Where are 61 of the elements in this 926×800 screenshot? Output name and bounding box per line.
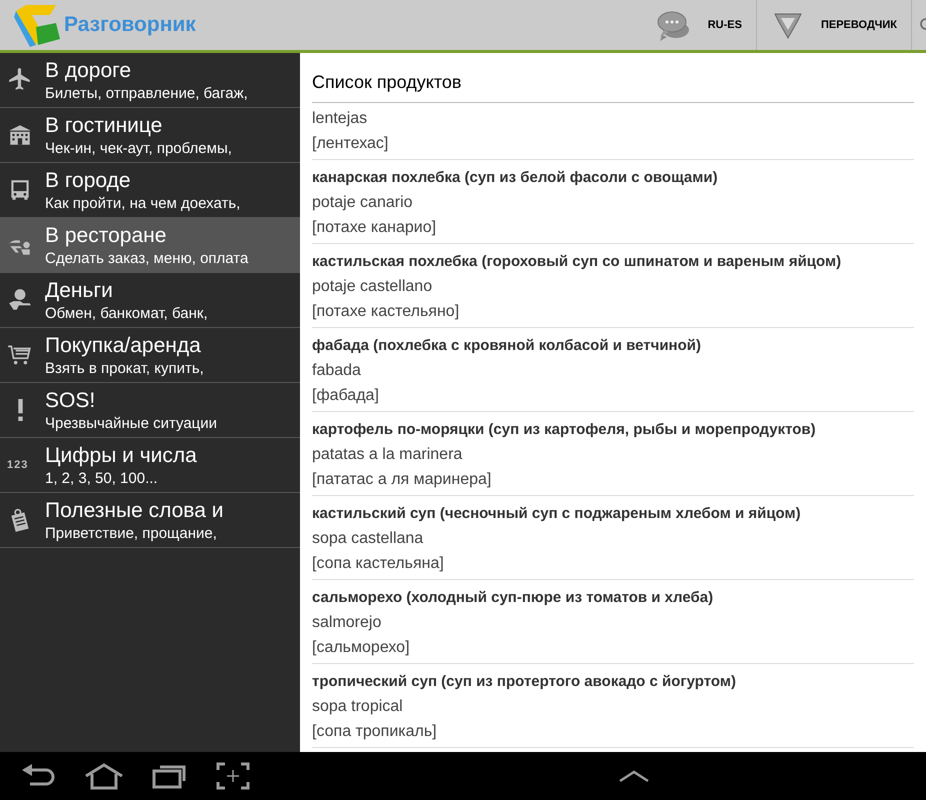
phrase-spanish: salmorejo <box>312 613 382 632</box>
transcription: [сопа тропикаль] <box>312 722 438 741</box>
item-title: Покупка/аренда <box>45 334 202 356</box>
item-subtitle: 1, 2, 3, 50, 100... <box>45 470 159 486</box>
transcription: [фабада] <box>312 386 380 405</box>
item-subtitle: Билеты, отправление, багаж, <box>45 86 248 100</box>
transcription: [потахе канарио] <box>312 218 438 237</box>
phrase-spanish: fabada <box>312 361 362 380</box>
transcription: [пататас а ля маринера] <box>312 470 492 489</box>
app-title: Разговорник <box>64 12 196 38</box>
item-subtitle: Взять в прокат, купить, <box>45 360 204 376</box>
item-title: Деньги <box>45 280 114 300</box>
item-title: В дороге <box>45 60 132 80</box>
item-subtitle: Обмен, банкомат, банк, <box>45 306 208 320</box>
phrase-russian: сальморехо (холодный суп-пюре из томатов и хлеба) <box>312 588 714 607</box>
item-title: SOS! <box>45 390 96 410</box>
phrase-spanish: potaje castellano <box>312 277 434 296</box>
phrase-spanish: sopa tropical <box>312 697 404 716</box>
caret-up-icon[interactable] <box>618 769 650 783</box>
transcription: [сальморехо] <box>312 638 411 657</box>
action-button[interactable]: ПЕРЕВОДЧИК <box>756 0 912 50</box>
airplane-icon <box>7 67 33 93</box>
phrase-spanish: sopa castellana <box>312 529 424 548</box>
numbers-icon: 123 <box>7 456 33 474</box>
phrase-row[interactable]: картофель по-моряцки (суп из картофеля, рыбы и морепродуктов) patatas a la marinera [пататас а ля маринера] <box>312 412 914 496</box>
transcription: [сопа кастельяна] <box>312 554 445 573</box>
transcription: [лентехас] <box>312 134 390 153</box>
phrase-russian: картофель по-моряцки (суп из картофеля, рыбы и морепродуктов) <box>312 420 817 439</box>
phrase-row[interactable]: кастильская похлебка (гороховый суп со шпинатом и вареным яйцом) potaje castellano [потахе кастельяно] <box>312 244 914 328</box>
item-title: В ресторане <box>45 224 168 246</box>
screenshot-icon[interactable] <box>216 762 250 790</box>
sidebar-item[interactable]: В ресторане Сделать заказ, меню, оплата <box>0 218 300 273</box>
item-subtitle: Как пройти, на чем доехать, <box>45 196 240 210</box>
item-subtitle: Сделать заказ, меню, оплата <box>45 250 248 266</box>
phrase-russian: кастильская похлебка (гороховый суп со шпинатом и вареным яйцом) <box>312 252 842 271</box>
phrase-row[interactable]: канарская похлебка (суп из белой фасоли с овощами) potaje canario [потахе канарио] <box>312 160 914 244</box>
item-title: В городе <box>45 170 132 190</box>
phrase-row[interactable]: кастильский суп (чесночный суп с поджареным хлебом и яйцом) sopa castellana [сопа кастельяна] <box>312 496 914 580</box>
item-subtitle: Чек-ин, чек-аут, проблемы, <box>45 140 232 156</box>
phrase-row[interactable]: фабада (похлебка с кровяной колбасой и ветчиной) fabada [фабада] <box>312 328 914 412</box>
money-hand-icon <box>7 287 33 313</box>
phrase-spanish: lentejas <box>312 109 368 128</box>
item-title: Полезные слова и <box>45 500 224 520</box>
item-subtitle: Чрезвычайные ситуации <box>45 416 218 430</box>
item-title: В гостинице <box>45 114 164 136</box>
phrase-spanish: potaje canario <box>312 193 414 212</box>
phrase-row[interactable]: lentejas [лентехас] <box>312 103 914 160</box>
phrase-russian: тропический суп (суп из протертого авокадо с йогуртом) <box>312 672 737 691</box>
phrase-row[interactable]: сальморехо (холодный суп-пюре из томатов и хлеба) salmorejo [сальморехо] <box>312 580 914 664</box>
exclamation-icon <box>18 399 22 421</box>
item-subtitle: Приветствие, прощание, <box>45 526 218 540</box>
phrase-row[interactable]: тропический суп (суп из протертого авокадо с йогуртом) sopa tropical [сопа тропикаль] <box>312 664 914 748</box>
item-title: Цифры и числа <box>45 444 197 466</box>
list-heading: Список продуктов <box>312 72 462 92</box>
phrase-russian: кастильский суп (чесночный суп с поджареным хлебом и яйцом) <box>312 504 802 523</box>
phrase-spanish: patatas a la marinera <box>312 445 464 464</box>
phrase-russian: фабада (похлебка с кровяной колбасой и ветчиной) <box>312 336 702 355</box>
home-icon[interactable] <box>84 762 124 790</box>
phrase-russian: канарская похлебка (суп из белой фасоли с овощами) <box>312 168 719 187</box>
action-button[interactable]: RU-ES <box>642 0 757 50</box>
transcription: [потахе кастельяно] <box>312 302 460 321</box>
